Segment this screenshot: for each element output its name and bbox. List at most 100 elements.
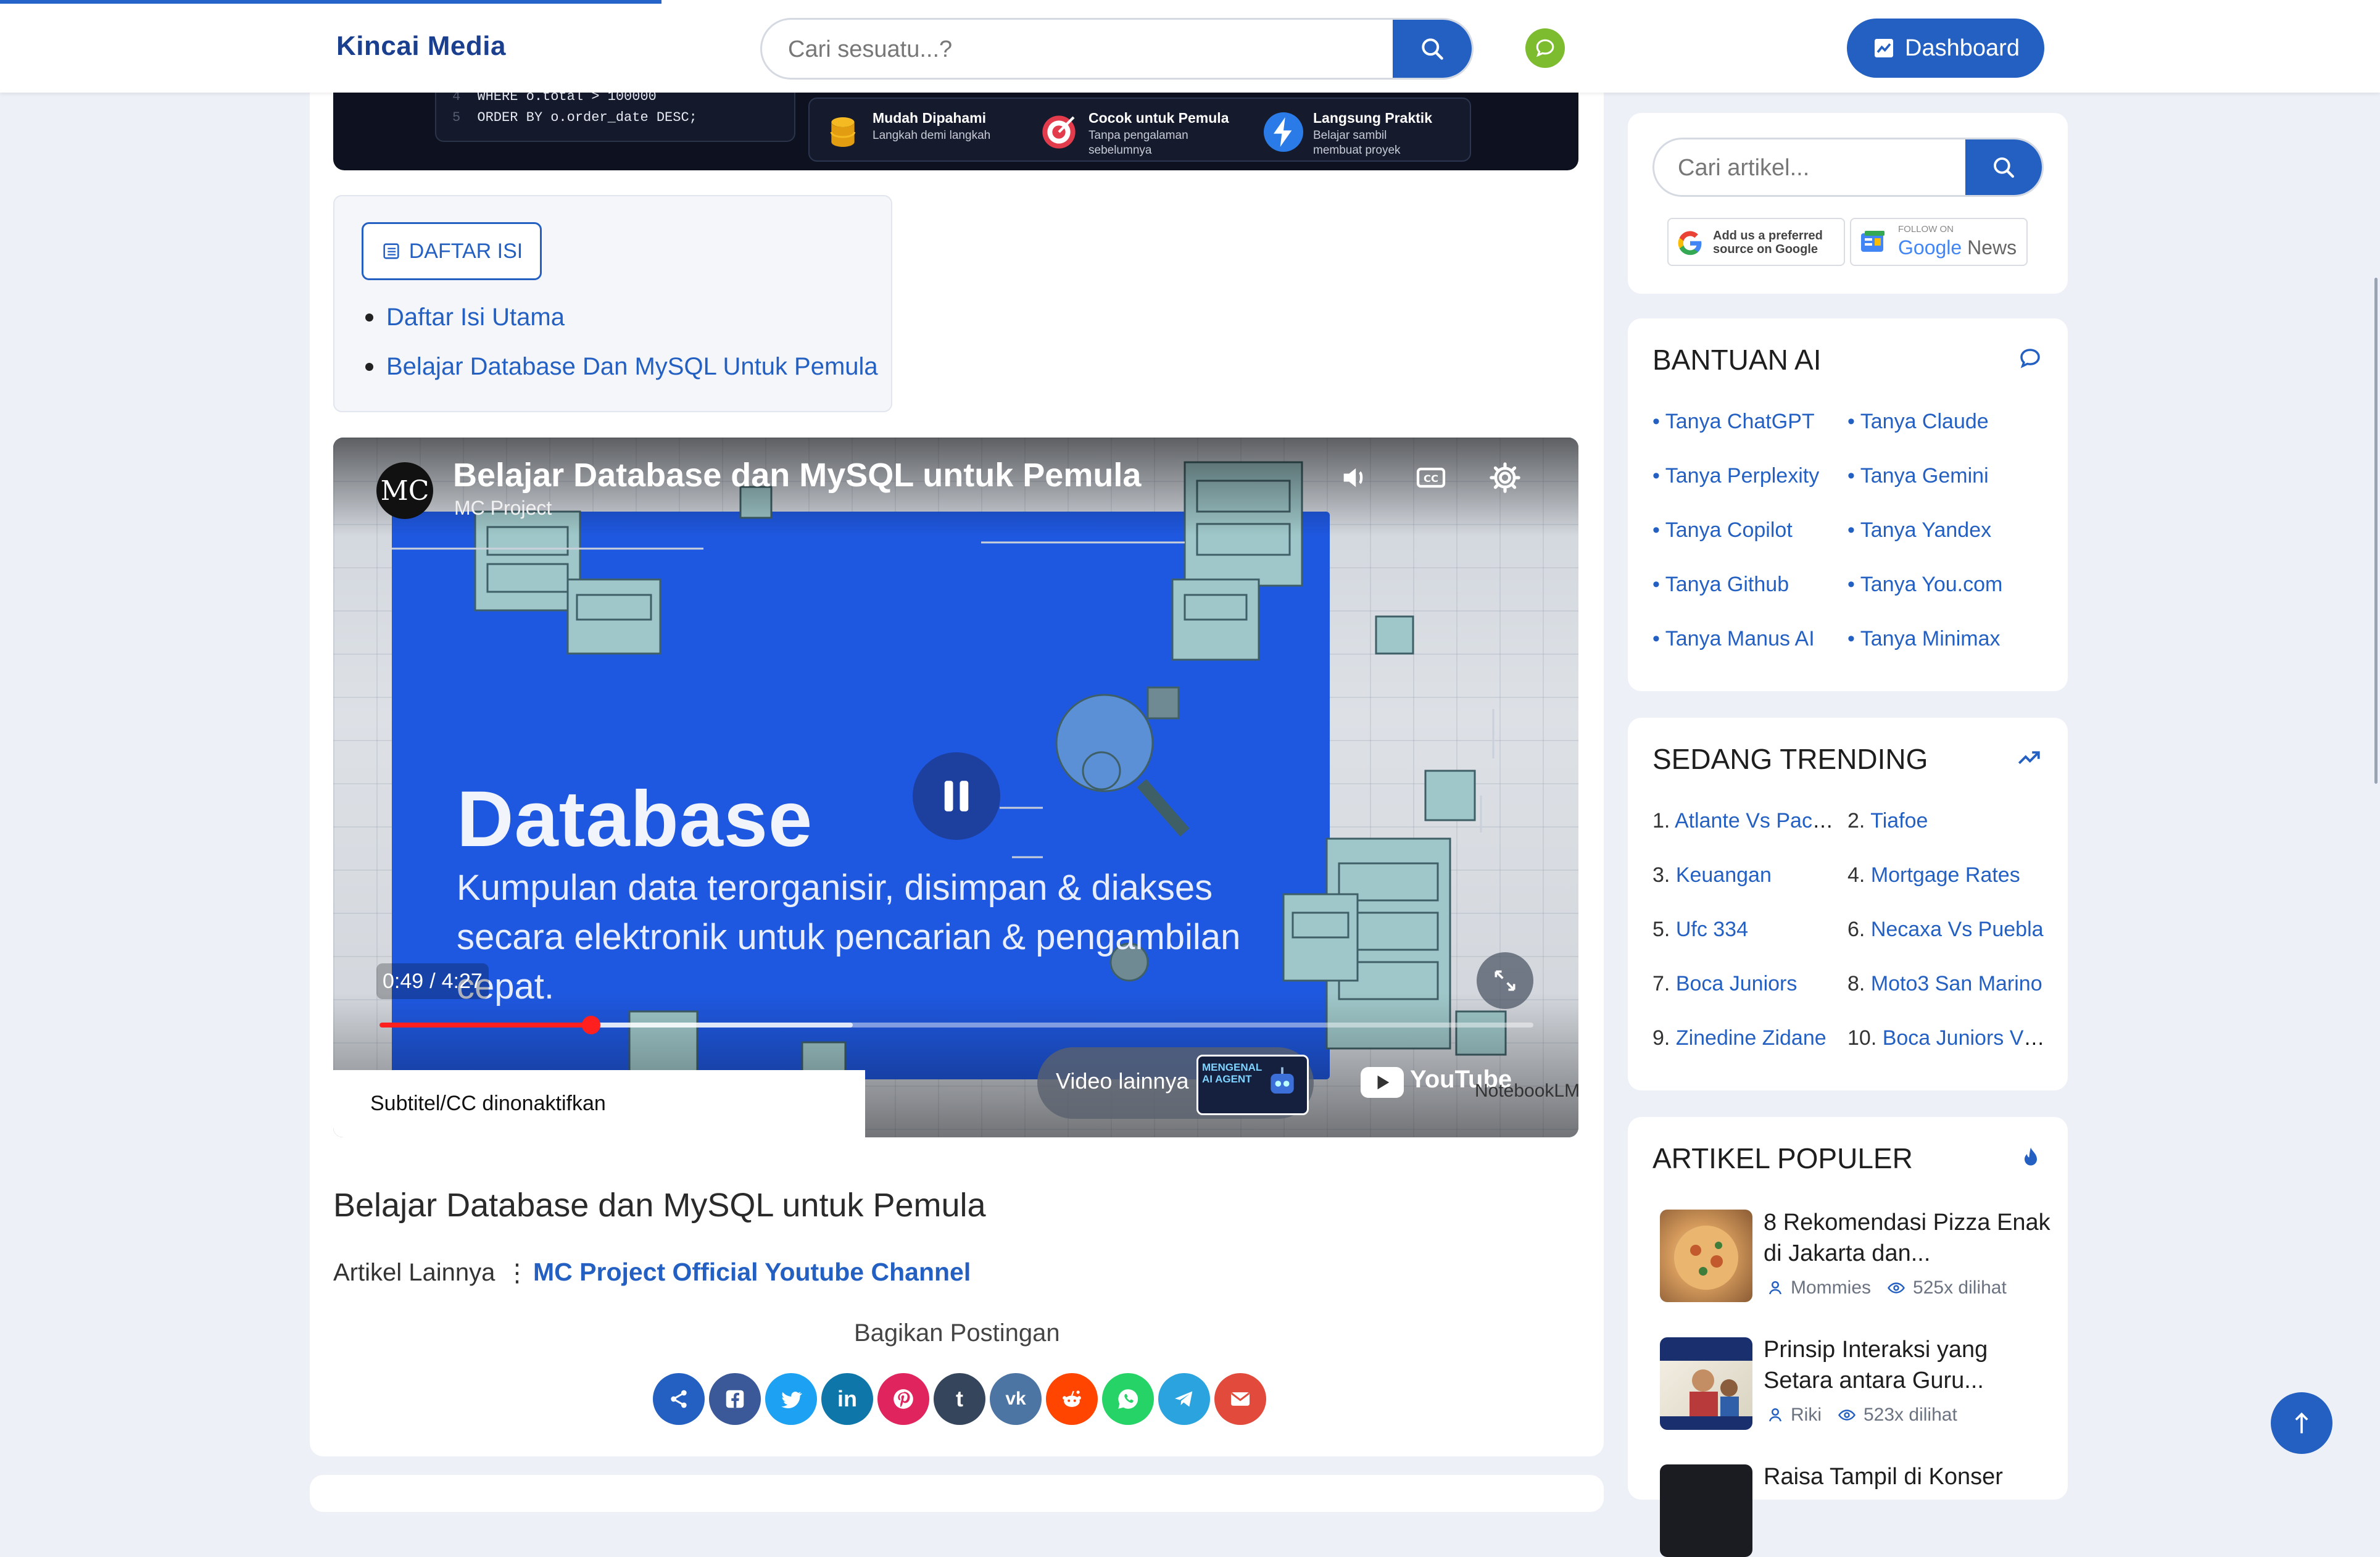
- vk-share-button[interactable]: vk: [990, 1373, 1042, 1425]
- badge-google-line2: source on Google: [1713, 243, 1818, 256]
- toc-item[interactable]: Daftar Isi Utama: [365, 293, 878, 342]
- table-of-contents: DAFTAR ISI Daftar Isi Utama Belajar Data…: [333, 195, 892, 412]
- page-scrollbar[interactable]: [2374, 278, 2378, 784]
- ai-link[interactable]: • Tanya Claude: [1847, 410, 1989, 434]
- share-label: Bagikan Postingan: [854, 1319, 1060, 1347]
- telegram-icon: [1175, 1391, 1193, 1407]
- more-videos-thumbnail[interactable]: MENGENAL AI AGENT: [1196, 1055, 1309, 1115]
- whatsapp-share-button[interactable]: [1102, 1373, 1154, 1425]
- badge-news-small: FOLLOW ON: [1898, 224, 1954, 235]
- ai-link[interactable]: • Tanya Yandex: [1847, 518, 1991, 542]
- code-snippet: 4 WHERE o.total > 100000 5 ORDER BY o.or…: [435, 93, 795, 142]
- ai-link[interactable]: • Tanya ChatGPT: [1652, 410, 1815, 434]
- site-logo[interactable]: Kincai Media: [336, 31, 506, 62]
- video-time: 0:49 / 4:27: [376, 963, 489, 999]
- trending-item[interactable]: 1. Atlante Vs Pachuca: [1652, 809, 1838, 833]
- classroom-image-icon: [1660, 1337, 1752, 1430]
- pause-button[interactable]: [913, 752, 1000, 840]
- youtube-video-player[interactable]: Database Kumpulan data terorganisir, dis…: [333, 438, 1578, 1137]
- trending-item[interactable]: 5. Ufc 334: [1652, 918, 1838, 942]
- popular-thumbnail[interactable]: [1660, 1337, 1752, 1430]
- sidebar-search-input[interactable]: [1677, 139, 1951, 195]
- video-channel[interactable]: MC Project: [454, 497, 552, 520]
- trending-item[interactable]: 6. Necaxa Vs Puebla: [1847, 918, 2045, 942]
- dashboard-button[interactable]: Dashboard: [1847, 19, 2044, 78]
- pinterest-icon: [894, 1389, 913, 1409]
- telegram-share-button[interactable]: [1158, 1373, 1210, 1425]
- reddit-share-button[interactable]: [1046, 1373, 1098, 1425]
- share-icon: [671, 1390, 687, 1408]
- search-icon: [1422, 38, 1443, 60]
- trending-item[interactable]: 3. Keuangan: [1652, 863, 1838, 887]
- trending-item[interactable]: 7. Boca Juniors: [1652, 972, 1838, 996]
- popular-article-title[interactable]: Prinsip Interaksi yang Setara antara Gur…: [1764, 1334, 2054, 1396]
- popular-thumbnail[interactable]: [1660, 1464, 1752, 1557]
- more-videos-label: Video lainnya: [1056, 1068, 1189, 1094]
- channel-avatar[interactable]: MC: [376, 462, 433, 519]
- reading-progress-bar: [0, 0, 661, 4]
- google-preferred-source-badge[interactable]: Add us a preferred source on Google: [1667, 218, 1845, 266]
- share-button[interactable]: [653, 1373, 705, 1425]
- back-to-top-button[interactable]: [2271, 1392, 2332, 1454]
- robot-icon: [1271, 1067, 1294, 1094]
- header-search-input[interactable]: [787, 20, 1283, 78]
- popular-article-title[interactable]: Raisa Tampil di Konser: [1764, 1461, 2054, 1492]
- facebook-icon: [726, 1390, 744, 1408]
- facebook-share-button[interactable]: [709, 1373, 761, 1425]
- ai-link[interactable]: • Tanya Github: [1652, 573, 1789, 597]
- top-header: Kincai Media Dashboard: [0, 0, 2380, 93]
- volume-icon: [1343, 468, 1363, 488]
- volume-button[interactable]: [1333, 456, 1376, 499]
- popular-thumbnail[interactable]: [1660, 1210, 1752, 1302]
- header-search-button[interactable]: [1393, 20, 1472, 78]
- linkedin-share-button[interactable]: in: [821, 1373, 873, 1425]
- tumblr-share-button[interactable]: t: [934, 1373, 985, 1425]
- whatsapp-icon: [1118, 1389, 1138, 1409]
- linkedin-icon: in: [837, 1386, 857, 1411]
- target-icon: [1039, 112, 1079, 152]
- trending-card: SEDANG TRENDING 1. Atlante Vs Pachuca 2.…: [1628, 718, 2068, 1090]
- sidebar-search-button[interactable]: [1965, 139, 2042, 195]
- code-line-number: 5: [452, 110, 461, 125]
- more-articles-label: Artikel Lainnya: [333, 1259, 495, 1286]
- list-icon: [383, 243, 399, 259]
- chat-bubble-icon: [1536, 39, 1554, 57]
- google-news-badge[interactable]: FOLLOW ON Google News: [1850, 218, 2028, 266]
- trending-item[interactable]: 9. Zinedine Zidane: [1652, 1026, 1838, 1050]
- ai-link[interactable]: • Tanya Minimax: [1847, 627, 2001, 651]
- settings-button[interactable]: [1483, 456, 1527, 499]
- popular-articles-card: ARTIKEL POPULER 8 Rekomendasi Pizza Enak…: [1628, 1117, 2068, 1557]
- tumblr-icon: t: [956, 1386, 963, 1411]
- eye-icon: [1838, 1410, 1855, 1421]
- trending-item[interactable]: 4. Mortgage Rates: [1847, 863, 2045, 887]
- toc-toggle-button[interactable]: DAFTAR ISI: [362, 222, 542, 280]
- captions-button[interactable]: CC: [1409, 456, 1453, 499]
- chat-button[interactable]: [1525, 28, 1565, 68]
- eye-icon: [1888, 1282, 1905, 1293]
- email-share-button[interactable]: [1214, 1373, 1266, 1425]
- ai-link[interactable]: • Tanya Manus AI: [1652, 627, 1815, 651]
- fullscreen-button[interactable]: [1477, 952, 1533, 1009]
- more-articles-link[interactable]: MC Project Official Youtube Channel: [533, 1258, 971, 1287]
- video-title[interactable]: Belajar Database dan MySQL untuk Pemula: [453, 456, 1141, 494]
- more-videos-button[interactable]: Video lainnya MENGENAL AI AGENT: [1037, 1047, 1314, 1119]
- toc-item[interactable]: Belajar Database Dan MySQL Untuk Pemula: [365, 342, 878, 391]
- ai-link[interactable]: • Tanya Gemini: [1847, 464, 1989, 488]
- chat-bubble-icon: [2020, 349, 2040, 368]
- twitter-share-button[interactable]: [765, 1373, 817, 1425]
- popular-article-meta: Mommies 525x dilihat: [1766, 1277, 2007, 1298]
- trending-item[interactable]: 2. Tiafoe: [1847, 809, 2045, 833]
- chart-icon: [1875, 39, 1894, 57]
- popular-article-title[interactable]: 8 Rekomendasi Pizza Enak di Jakarta dan.…: [1764, 1207, 2054, 1269]
- svg-text:CC: CC: [1424, 473, 1438, 484]
- trending-item[interactable]: 8. Moto3 San Marino: [1847, 972, 2045, 996]
- pinterest-share-button[interactable]: [877, 1373, 929, 1425]
- ai-link[interactable]: • Tanya You.com: [1847, 573, 2002, 597]
- ai-link[interactable]: • Tanya Copilot: [1652, 518, 1793, 542]
- trending-item[interactable]: 10. Boca Juniors Vs River: [1847, 1026, 2045, 1050]
- thumbnail-text: MENGENAL AI AGENT: [1202, 1061, 1262, 1085]
- ai-help-title: BANTUAN AI: [1652, 344, 1822, 376]
- progress-scrubber[interactable]: [582, 1016, 600, 1034]
- ai-link[interactable]: • Tanya Perplexity: [1652, 464, 1819, 488]
- article-banner: 4 WHERE o.total > 100000 5 ORDER BY o.or…: [333, 93, 1578, 170]
